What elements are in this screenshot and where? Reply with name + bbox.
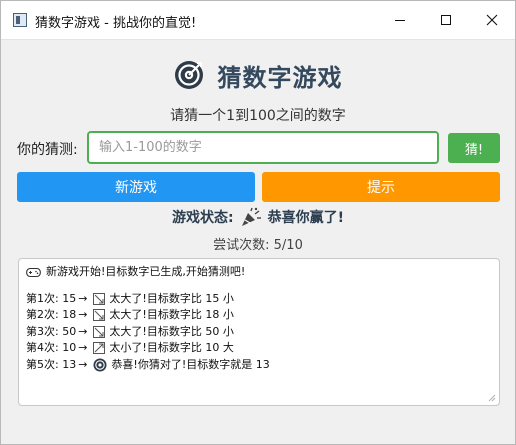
log-entry: 第4次: 10 → 太小了!目标数字比 10 大 [26, 340, 499, 357]
log-entry-prefix: 第2次: 18 [26, 308, 77, 321]
page-title: 猜数字游戏 [217, 63, 343, 92]
log-entry: 第1次: 15 → 太大了!目标数字比 15 小 [26, 291, 499, 308]
arrow-icon: → [78, 324, 88, 338]
gamepad-icon [26, 267, 41, 277]
arrow-icon: → [78, 341, 88, 354]
hint-button[interactable]: 提示 [262, 172, 500, 202]
app-icon [13, 13, 27, 27]
guess-label: 你的猜测: [17, 142, 78, 158]
app-window: 猜数字游戏 - 挑战你的直觉! 猜数字游戏 请猜一个1到100之间的数字 你的猜… [0, 0, 516, 445]
new-game-button[interactable]: 新游戏 [17, 172, 255, 202]
too-small-icon [93, 342, 106, 355]
game-status: 游戏状态: 恭喜你赢了! [1, 207, 515, 227]
guess-input[interactable] [87, 131, 439, 164]
log-entry-text: 太大了!目标数字比 50 小 [109, 324, 234, 338]
arrow-icon: → [78, 357, 88, 371]
game-log[interactable]: 新游戏开始!目标数字已生成,开始猜测吧! 第1次: 15 → 太大了!目标数字比… [18, 258, 500, 406]
too-big-icon [93, 292, 106, 305]
log-entry: 第2次: 18 → 太大了!目标数字比 18 小 [26, 307, 499, 324]
title-bar: 猜数字游戏 - 挑战你的直觉! [1, 1, 515, 40]
header: 猜数字游戏 [1, 57, 515, 93]
minimize-button[interactable] [377, 1, 423, 39]
log-entry-text: 太大了!目标数字比 18 小 [109, 308, 234, 321]
log-entry-text: 太大了!目标数字比 15 小 [109, 291, 234, 305]
instruction-text: 请猜一个1到100之间的数字 [170, 108, 346, 124]
log-spacer [26, 281, 499, 291]
attempts-counter: 尝试次数: 5/10 [213, 238, 303, 253]
party-popper-icon [241, 207, 261, 226]
target-icon [174, 61, 203, 89]
log-entry-prefix: 第4次: 10 [26, 341, 77, 354]
log-entry-prefix: 第1次: 15 [26, 291, 77, 305]
target-icon [93, 358, 107, 372]
log-entry: 第5次: 13 → 恭喜!你猜对了!目标数字就是 13 [26, 357, 499, 374]
log-start-text: 新游戏开始!目标数字已生成,开始猜测吧! [46, 265, 246, 278]
log-entry-prefix: 第3次: 50 [26, 324, 77, 338]
arrow-icon: → [78, 291, 88, 305]
close-icon [486, 14, 498, 26]
status-message: 恭喜你赢了! [267, 210, 344, 226]
arrow-icon: → [78, 308, 88, 321]
maximize-icon [441, 15, 451, 25]
resize-grip-icon[interactable] [486, 392, 496, 402]
guess-button[interactable]: 猜! [448, 133, 500, 163]
too-big-icon [93, 309, 106, 322]
log-entry-text: 恭喜!你猜对了!目标数字就是 13 [111, 357, 270, 371]
log-entry-prefix: 第5次: 13 [26, 357, 77, 371]
log-entry-text: 太小了!目标数字比 10 大 [109, 341, 234, 354]
log-entry: 第3次: 50 → 太大了!目标数字比 50 小 [26, 324, 499, 341]
too-big-icon [93, 325, 106, 338]
log-start-line: 新游戏开始!目标数字已生成,开始猜测吧! [26, 264, 499, 281]
window-title: 猜数字游戏 - 挑战你的直觉! [35, 16, 197, 31]
status-label: 游戏状态: [172, 210, 234, 226]
close-button[interactable] [469, 1, 515, 39]
maximize-button[interactable] [423, 1, 469, 39]
minimize-icon [395, 19, 405, 21]
